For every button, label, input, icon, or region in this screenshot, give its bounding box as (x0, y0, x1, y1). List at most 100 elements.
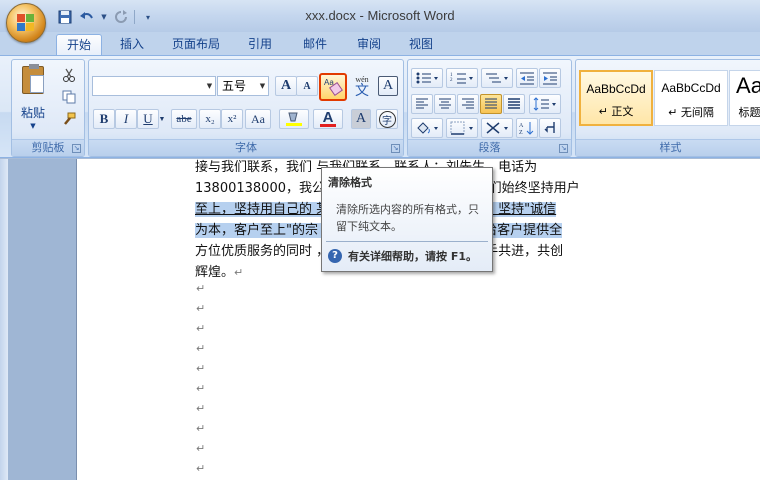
sort-button[interactable]: AZ (516, 118, 538, 138)
strikethrough-button[interactable]: abe (171, 109, 197, 129)
tab-insert[interactable]: 插入 (110, 34, 154, 56)
borders-button[interactable] (446, 118, 478, 138)
tab-review[interactable]: 审阅 (347, 34, 391, 56)
svg-text:2: 2 (450, 78, 453, 83)
numbering-icon: 12 (450, 73, 473, 84)
bullets-button[interactable] (411, 68, 443, 88)
font-color-button[interactable]: A (313, 109, 343, 129)
clear-formatting-button[interactable]: Aa (319, 73, 347, 101)
decrease-indent-button[interactable] (516, 68, 538, 88)
styles-group-label: 样式 (576, 139, 760, 156)
line-spacing-icon (533, 97, 556, 111)
char-border-button[interactable]: A (378, 76, 398, 96)
paragraph-mark: ↵ (196, 382, 206, 395)
sort-icon: AZ (519, 122, 534, 135)
shrink-font-button[interactable]: A (296, 76, 318, 96)
left-pane (0, 159, 8, 480)
office-logo-icon (17, 14, 35, 32)
align-left-button[interactable] (411, 94, 433, 114)
tab-view[interactable]: 视图 (399, 34, 443, 56)
style-heading-sample: Aa (736, 73, 760, 98)
distributed-button[interactable] (503, 94, 525, 114)
window-title: xxx.docx - Microsoft Word (305, 8, 455, 23)
paragraph-mark: ↵ (196, 462, 206, 475)
tooltip-divider (326, 241, 488, 242)
clear-formatting-tooltip: 清除格式 清除所选内容的所有格式，只留下纯文本。 ? 有关详细帮助，请按 F1。 (321, 167, 493, 272)
chinese-layout-button[interactable] (481, 118, 513, 138)
underline-button[interactable]: U (137, 109, 159, 129)
font-size-dropdown-icon[interactable]: ▼ (257, 77, 268, 95)
paragraph-mark: ↵ (196, 402, 206, 415)
chinese-layout-icon (486, 122, 508, 134)
font-name-dropdown-icon[interactable]: ▼ (204, 77, 215, 95)
font-size-combo[interactable]: 五号 ▼ (217, 76, 269, 96)
font-name-combo[interactable]: ▼ (92, 76, 216, 96)
clipboard-group: 粘贴 ▼ 剪贴板 ↘ (11, 59, 85, 157)
style-normal-name: ↵ 正文 (598, 105, 634, 118)
shading-button[interactable] (411, 118, 443, 138)
ribbon: 粘贴 ▼ 剪贴板 ↘ ▼ 五号 ▼ A A Aa wén 文 A B I U ▼… (0, 55, 760, 158)
align-center-button[interactable] (434, 94, 456, 114)
paragraph-mark: ↵ (196, 302, 206, 315)
subscript-button[interactable]: x₂ (199, 109, 221, 129)
tab-references[interactable]: 引用 (238, 34, 282, 56)
underline-dropdown-icon[interactable]: ▼ (157, 109, 167, 129)
paint-bucket-icon (417, 122, 438, 134)
align-right-icon (462, 98, 474, 109)
font-launcher[interactable]: ↘ (391, 144, 400, 153)
increase-indent-button[interactable] (539, 68, 561, 88)
border-icon (450, 121, 473, 135)
paragraph-launcher[interactable]: ↘ (559, 144, 568, 153)
style-heading[interactable]: Aa 标题 (729, 70, 760, 126)
increase-indent-icon (543, 72, 557, 85)
copy-icon[interactable] (58, 87, 80, 107)
tooltip-help: ? 有关详细帮助，请按 F1。 (328, 248, 477, 264)
highlight-color-button[interactable] (279, 109, 309, 129)
font-size-value: 五号 (222, 79, 247, 93)
paragraph-mark: ↵ (196, 362, 206, 375)
char-shading-button[interactable]: A (351, 109, 371, 129)
change-case-button[interactable]: Aa (245, 109, 271, 129)
italic-button[interactable]: I (115, 109, 137, 129)
clipboard-launcher[interactable]: ↘ (72, 144, 81, 153)
title-bar: ▼ ▾ xxx.docx - Microsoft Word (0, 0, 760, 43)
font-group-label: 字体 (89, 139, 403, 156)
numbering-button[interactable]: 12 (446, 68, 478, 88)
multilevel-list-icon (486, 73, 508, 83)
style-normal[interactable]: AaBbCcDd ↵ 正文 (579, 70, 653, 126)
justify-button[interactable] (480, 94, 502, 114)
ribbon-tabs: 开始 插入 页面布局 引用 邮件 审阅 视图 (0, 32, 760, 56)
svg-text:A: A (519, 123, 524, 129)
paragraph-mark: ↵ (196, 282, 206, 295)
cut-icon[interactable] (58, 65, 80, 85)
tooltip-help-text: 有关详细帮助，请按 F1。 (348, 250, 477, 263)
paste-button[interactable]: 粘贴 ▼ (16, 64, 50, 134)
style-heading-name: 标题 (738, 106, 760, 119)
paste-icon (22, 64, 44, 94)
tab-home[interactable]: 开始 (56, 34, 103, 56)
style-normal-sample: AaBbCcDd (586, 82, 646, 96)
style-no-spacing[interactable]: AaBbCcDd ↵ 无间隔 (654, 70, 728, 126)
multilevel-list-button[interactable] (481, 68, 513, 88)
bullets-icon (416, 72, 438, 84)
paragraph-group: 12 A Z 段落 ↘ (407, 59, 572, 157)
tab-mailings[interactable]: 邮件 (293, 34, 337, 56)
align-left-icon (416, 98, 428, 109)
office-button[interactable] (6, 3, 46, 43)
superscript-button[interactable]: x² (221, 109, 243, 129)
show-marks-button[interactable] (539, 118, 561, 138)
enclose-characters-button[interactable]: 字 (376, 109, 398, 129)
style-no-spacing-sample: AaBbCcDd (661, 81, 721, 95)
highlighter-icon (286, 112, 302, 126)
font-group: ▼ 五号 ▼ A A Aa wén 文 A B I U ▼ abe x₂ x² … (88, 59, 404, 157)
style-no-spacing-name: ↵ 无间隔 (668, 106, 714, 119)
paragraph-mark-icon (544, 122, 555, 133)
paragraph-group-label: 段落 (408, 139, 571, 156)
format-painter-icon[interactable] (58, 109, 80, 129)
bold-button[interactable]: B (93, 109, 115, 129)
grow-font-button[interactable]: A (275, 76, 297, 96)
line-spacing-button[interactable] (529, 94, 561, 114)
phonetic-guide-button[interactable]: wén 文 (350, 74, 374, 100)
tab-page-layout[interactable]: 页面布局 (162, 34, 230, 56)
align-right-button[interactable] (457, 94, 479, 114)
